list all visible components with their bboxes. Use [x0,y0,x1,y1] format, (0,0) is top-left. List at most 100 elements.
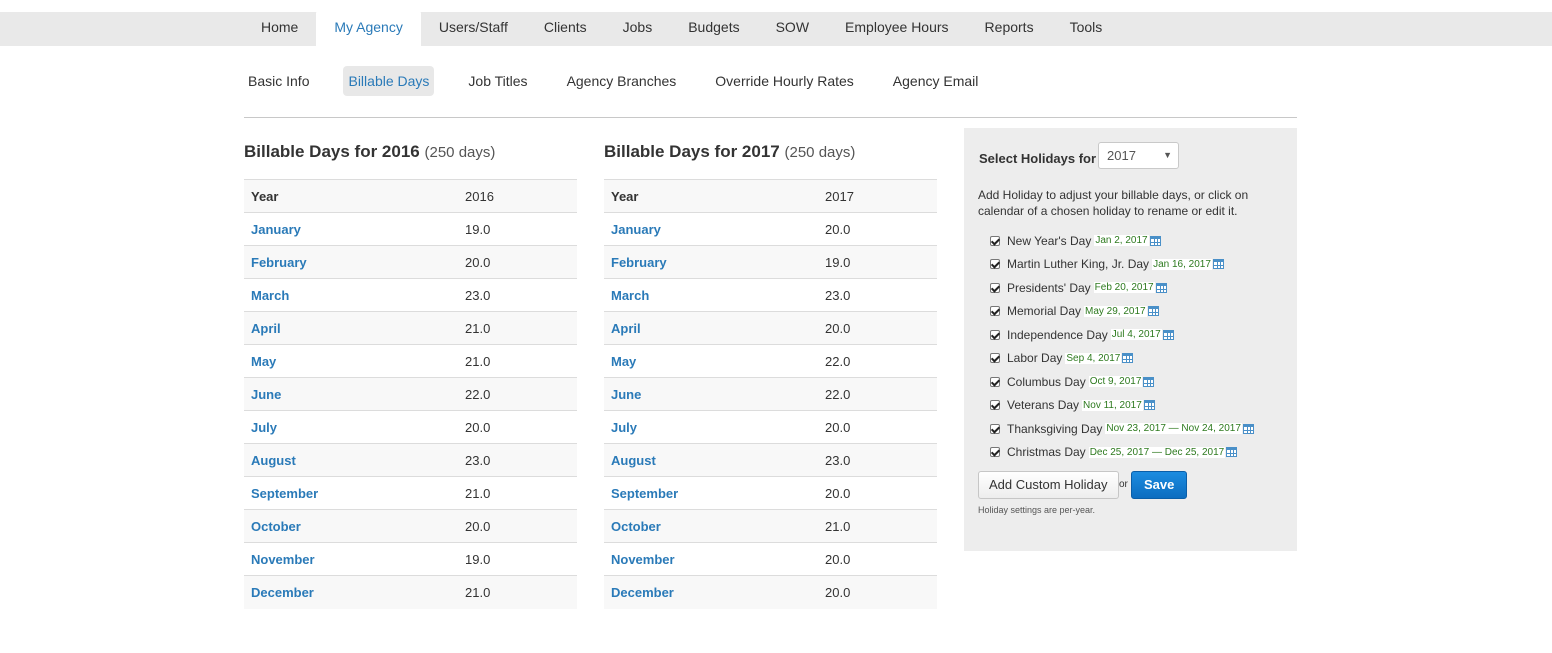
table-row: March 23.0 [244,278,577,312]
nav-users-staff[interactable]: Users/Staff [421,12,526,46]
billable-days-value: 23.0 [818,278,937,312]
month-link[interactable]: January [244,212,458,246]
table-row: December 21.0 [244,575,577,609]
table-row: August 23.0 [244,443,577,477]
month-link[interactable]: October [244,509,458,543]
month-link[interactable]: February [244,245,458,279]
month-link[interactable]: April [604,311,818,345]
holiday-checkbox[interactable] [990,235,1000,246]
month-link[interactable]: September [604,476,818,510]
calendar-icon[interactable] [1226,447,1238,458]
holiday-year-select[interactable]: 2017 ▼ [1098,142,1179,169]
calendar-icon[interactable] [1242,423,1254,434]
nav-jobs[interactable]: Jobs [605,12,671,46]
calendar-icon[interactable] [1122,353,1134,364]
holiday-checkbox[interactable] [990,282,1000,293]
calendar-icon[interactable] [1149,235,1161,246]
calendar-icon[interactable] [1155,282,1167,293]
nav-reports[interactable]: Reports [967,12,1052,46]
holiday-checkbox[interactable] [990,353,1000,364]
calendar-icon[interactable] [1143,376,1155,387]
holiday-name: Presidents' Day [1007,280,1091,295]
add-custom-holiday-button[interactable]: Add Custom Holiday [978,471,1119,499]
month-link[interactable]: September [244,476,458,510]
month-link[interactable]: January [604,212,818,246]
calendar-icon[interactable] [1143,400,1155,411]
billable-days-2016-table: Year 2016 January 19.0 February 20.0 March 23… [244,179,577,609]
month-link[interactable]: December [244,575,458,609]
tab-billable-days[interactable]: Billable Days [343,66,435,96]
billable-days-2017-count: (250 days) [784,144,856,161]
holiday-name: Memorial Day [1007,304,1082,319]
month-link[interactable]: October [604,509,818,543]
billable-days-value: 21.0 [458,476,577,510]
holiday-item: Presidents' Day Feb 20, 2017 [990,276,1254,300]
tab-override-hourly-rates[interactable]: Override Hourly Rates [710,66,859,96]
billable-days-value: 20.0 [458,245,577,279]
billable-days-2017-panel: Billable Days for 2017 (250 days) Year 2… [604,142,937,609]
table-row: May 22.0 [604,344,937,378]
tab-basic-info[interactable]: Basic Info [243,66,314,96]
holiday-name: Labor Day [1007,351,1063,366]
calendar-icon[interactable] [1212,259,1224,270]
month-link[interactable]: July [604,410,818,444]
table-row: November 19.0 [244,542,577,576]
holiday-panel-title: Select Holidays for [979,151,1097,166]
month-link[interactable]: April [244,311,458,345]
table-row: March 23.0 [604,278,937,312]
save-button[interactable]: Save [1131,471,1188,499]
header-year-label: Year [244,179,458,213]
table-row: February 19.0 [604,245,937,279]
holiday-checkbox[interactable] [990,400,1000,411]
billable-days-value: 20.0 [818,542,937,576]
caret-down-icon: ▼ [1163,150,1172,160]
holiday-name: Veterans Day [1007,398,1080,413]
holiday-name: Thanksgiving Day [1007,421,1103,436]
calendar-icon[interactable] [1147,306,1159,317]
header-year-label: Year [604,179,818,213]
nav-home[interactable]: Home [243,12,316,46]
nav-clients[interactable]: Clients [526,12,605,46]
billable-days-value: 21.0 [818,509,937,543]
month-link[interactable]: May [244,344,458,378]
month-link[interactable]: August [244,443,458,477]
month-link[interactable]: December [604,575,818,609]
nav-budgets[interactable]: Budgets [670,12,757,46]
holiday-checkbox[interactable] [990,376,1000,387]
billable-days-value: 23.0 [458,278,577,312]
holiday-checkbox[interactable] [990,259,1000,270]
tab-agency-branches[interactable]: Agency Branches [562,66,682,96]
holiday-checkbox[interactable] [990,306,1000,317]
month-link[interactable]: November [604,542,818,576]
tab-job-titles[interactable]: Job Titles [463,66,532,96]
month-link[interactable]: August [604,443,818,477]
month-link[interactable]: March [244,278,458,312]
holiday-item: Memorial Day May 29, 2017 [990,300,1254,324]
month-link[interactable]: March [604,278,818,312]
month-link[interactable]: June [244,377,458,411]
month-link[interactable]: November [244,542,458,576]
nav-employee-hours[interactable]: Employee Hours [827,12,967,46]
holiday-item: New Year's Day Jan 2, 2017 [990,229,1254,253]
month-link[interactable]: July [244,410,458,444]
calendar-icon[interactable] [1162,329,1174,340]
holiday-checkbox[interactable] [990,447,1000,458]
billable-days-value: 20.0 [818,476,937,510]
holiday-checkbox[interactable] [990,329,1000,340]
month-link[interactable]: February [604,245,818,279]
tab-agency-email[interactable]: Agency Email [888,66,984,96]
table-row: October 21.0 [604,509,937,543]
month-link[interactable]: May [604,344,818,378]
billable-days-value: 23.0 [818,443,937,477]
holiday-item: Labor Day Sep 4, 2017 [990,347,1254,371]
holiday-item: Columbus Day Oct 9, 2017 [990,370,1254,394]
holiday-item: Thanksgiving Day Nov 23, 2017 — Nov 24, 2… [990,417,1254,441]
holiday-help-text: Add Holiday to adjust your billable days… [978,188,1249,218]
nav-tools[interactable]: Tools [1052,12,1121,46]
section-divider [244,117,1297,118]
nav-my-agency[interactable]: My Agency [316,8,421,46]
month-link[interactable]: June [604,377,818,411]
holiday-checkbox[interactable] [990,423,1000,434]
nav-sow[interactable]: SOW [758,12,827,46]
table-row: December 20.0 [604,575,937,609]
